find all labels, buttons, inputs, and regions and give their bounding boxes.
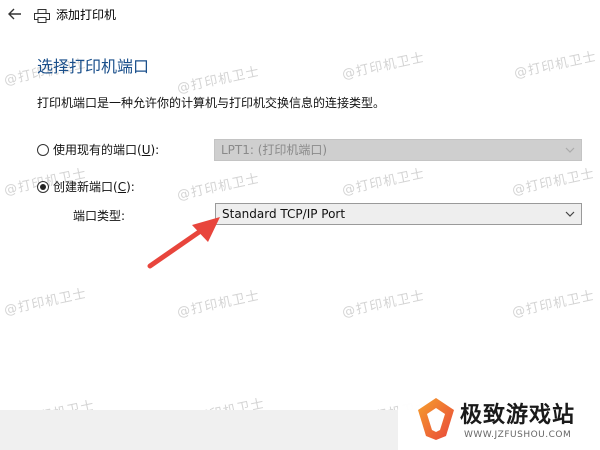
watermark: @打印机卫士 (340, 288, 427, 321)
watermark: @打印机卫士 (510, 166, 597, 199)
chevron-down-icon (565, 140, 575, 168)
port-type-select-value: Standard TCP/IP Port (222, 207, 346, 221)
watermark: @打印机卫士 (175, 171, 262, 204)
watermark: @打印机卫士 (175, 64, 262, 97)
back-arrow-icon[interactable] (6, 5, 24, 23)
page-title: 选择打印机端口 (37, 57, 150, 76)
chevron-down-icon (565, 204, 575, 232)
watermark: @打印机卫士 (175, 288, 262, 321)
existing-port-label[interactable]: 使用现有的端口(U): (53, 142, 159, 158)
printer-icon (34, 8, 50, 23)
new-port-radio[interactable] (37, 181, 49, 193)
watermark: @打印机卫士 (340, 50, 427, 83)
port-type-select[interactable]: Standard TCP/IP Port (215, 203, 582, 225)
port-type-label: 端口类型: (73, 209, 126, 223)
brand-name: 极致游戏站 (460, 403, 576, 428)
annotation-arrow-icon (147, 217, 220, 269)
existing-port-radio[interactable] (37, 144, 49, 156)
existing-port-select: LPT1: (打印机端口) (214, 139, 582, 161)
watermark: @打印机卫士 (512, 49, 599, 82)
existing-port-select-value: LPT1: (打印机端口) (221, 143, 328, 157)
page-description: 打印机端口是一种允许你的计算机与打印机交换信息的连接类型。 (37, 96, 386, 110)
brand-url: WWW.JZFUSHOU.COM (464, 430, 572, 440)
watermark: @打印机卫士 (510, 288, 597, 321)
brand-logo-icon (418, 398, 454, 440)
new-port-label[interactable]: 创建新端口(C): (53, 179, 135, 195)
watermark: @打印机卫士 (2, 286, 89, 319)
window-title: 添加打印机 (56, 8, 117, 22)
watermark: @打印机卫士 (340, 166, 427, 199)
